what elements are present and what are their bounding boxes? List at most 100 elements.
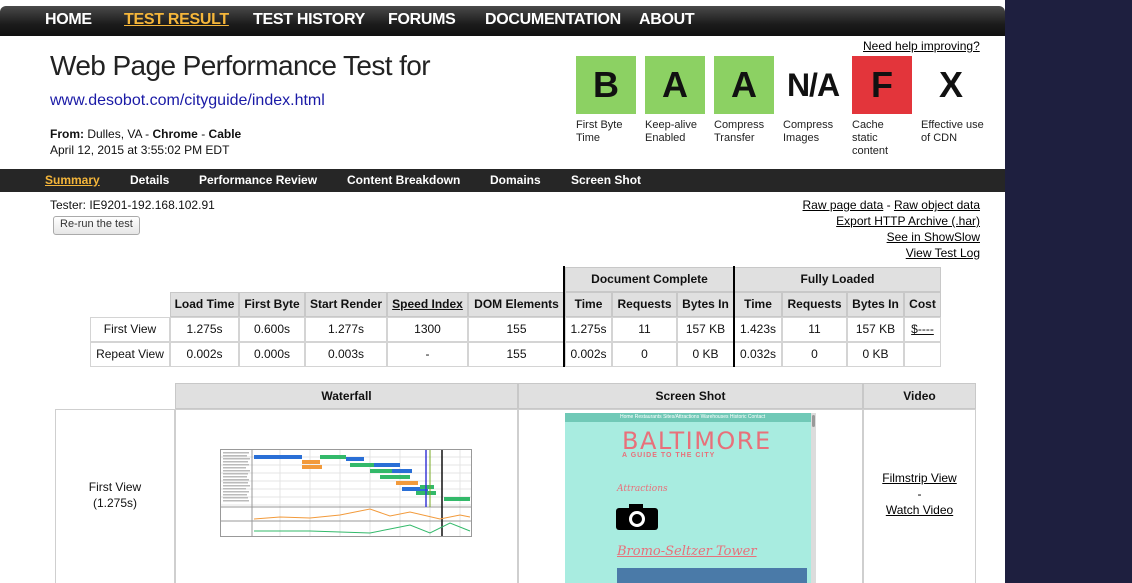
raw-links-separator: -	[886, 198, 891, 212]
tested-url-link[interactable]: www.desobot.com/cityguide/index.html	[50, 92, 325, 110]
grade-label-compress-transfer: Compress Transfer	[714, 119, 765, 144]
from-location: Dulles, VA -	[87, 127, 150, 141]
tab-summary[interactable]: Summary	[45, 173, 100, 187]
table-cell: 0.003s	[305, 342, 387, 367]
raw-page-data-link[interactable]: Raw page data	[803, 198, 884, 212]
screenshot-thumbnail[interactable]: Home Restaurants Sites/Attractions Wareh…	[565, 413, 816, 583]
table-cell: 1.275s	[565, 317, 612, 342]
media-row-label: First View	[88, 480, 142, 494]
col-speed-index-link[interactable]: Speed Index	[387, 292, 468, 317]
thumb-tagline: A GUIDE TO THE CITY	[622, 452, 716, 459]
table-cell: 1.423s	[734, 317, 782, 342]
grade-label-cache-static: Cache static content	[852, 119, 889, 157]
top-nav: HOME TEST RESULT TEST HISTORY FORUMS DOC…	[0, 6, 1005, 36]
tab-performance-review[interactable]: Performance Review	[199, 173, 317, 187]
col-doc-bytes: Bytes In	[677, 292, 734, 317]
col-doc-time: Time	[565, 292, 612, 317]
nav-documentation[interactable]: DOCUMENTATION	[485, 11, 621, 29]
tab-details[interactable]: Details	[130, 173, 169, 187]
col-doc-requests: Requests	[612, 292, 677, 317]
col-start-render: Start Render	[305, 292, 387, 317]
header-screen-shot: Screen Shot	[518, 383, 863, 409]
header-waterfall: Waterfall	[175, 383, 518, 409]
tab-content-breakdown[interactable]: Content Breakdown	[347, 173, 460, 187]
col-full-bytes: Bytes In	[847, 292, 904, 317]
thumb-scroll-thumb	[812, 415, 815, 427]
tab-screen-shot[interactable]: Screen Shot	[571, 173, 641, 187]
grade-first-byte[interactable]: B	[576, 56, 636, 114]
col-load-time: Load Time	[170, 292, 239, 317]
col-full-time: Time	[734, 292, 782, 317]
header-fully-loaded: Fully Loaded	[734, 267, 941, 292]
raw-object-data-link[interactable]: Raw object data	[894, 198, 980, 212]
nav-test-result[interactable]: TEST RESULT	[124, 11, 229, 29]
table-cell: 155	[468, 342, 565, 367]
table-cell: 0 KB	[677, 342, 734, 367]
table-cell: 0.002s	[170, 342, 239, 367]
cost-link[interactable]: $----	[904, 317, 941, 342]
table-cell: 0.000s	[239, 342, 305, 367]
export-har-link[interactable]: Export HTTP Archive (.har)	[836, 214, 980, 228]
header-video: Video	[863, 383, 976, 409]
table-cell: 157 KB	[677, 317, 734, 342]
grade-compress-images[interactable]: N/A	[783, 56, 843, 114]
grade-cdn[interactable]: X	[921, 56, 981, 114]
test-date: April 12, 2015 at 3:55:02 PM EDT	[50, 143, 230, 157]
raw-data-links: Raw page data - Raw object data	[803, 198, 980, 212]
camera-icon	[616, 504, 658, 530]
grade-label-cdn: Effective use of CDN	[921, 119, 984, 144]
thumb-section-heading: Attractions	[617, 484, 668, 494]
col-first-byte: First Byte	[239, 292, 305, 317]
thumb-photo	[617, 568, 807, 583]
showslow-link[interactable]: See in ShowSlow	[887, 230, 980, 244]
rerun-test-button[interactable]: Re-run the test	[53, 216, 140, 235]
watch-video-link[interactable]: Watch Video	[863, 503, 976, 517]
grade-cache-static[interactable]: F	[852, 56, 912, 114]
browser-name: Chrome	[152, 127, 198, 141]
nav-test-history[interactable]: TEST HISTORY	[253, 11, 365, 29]
media-row-time: (1.275s)	[92, 496, 138, 510]
table-cell: 0.002s	[565, 342, 612, 367]
page-title: Web Page Performance Test for	[50, 50, 431, 81]
page: HOME TEST RESULT TEST HISTORY FORUMS DOC…	[0, 0, 1005, 583]
thumb-scrollbar	[811, 413, 816, 583]
table-cell: 0.032s	[734, 342, 782, 367]
filmstrip-view-link[interactable]: Filmstrip View	[863, 471, 976, 485]
thumb-city-title: BALTIMORE	[622, 427, 772, 455]
group-divider	[733, 266, 735, 367]
table-cell: 0	[782, 342, 847, 367]
table-cell: 0	[612, 342, 677, 367]
tab-domains[interactable]: Domains	[490, 173, 541, 187]
table-cell: 11	[612, 317, 677, 342]
grade-label-compress-images: Compress Images	[783, 119, 834, 144]
tester-info: Tester: IE9201-192.168.102.91	[50, 198, 215, 212]
grade-label-keep-alive: Keep-alive Enabled	[645, 119, 697, 144]
row-label-first-view: First View	[90, 317, 170, 342]
table-cell: 1300	[387, 317, 468, 342]
table-cell: 0.600s	[239, 317, 305, 342]
table-cell: 1.275s	[170, 317, 239, 342]
col-dom-elements: DOM Elements	[468, 292, 565, 317]
col-cost: Cost	[904, 292, 941, 317]
group-divider	[563, 266, 565, 367]
table-cell: 155	[468, 317, 565, 342]
table-cell: -	[387, 342, 468, 367]
view-test-log-link[interactable]: View Test Log	[906, 246, 980, 260]
table-cell: 11	[782, 317, 847, 342]
sub-nav: Summary Details Performance Review Conte…	[0, 169, 1005, 192]
nav-about[interactable]: ABOUT	[639, 11, 695, 29]
header-document-complete: Document Complete	[565, 267, 734, 292]
grade-label-first-byte: First Byte Time	[576, 119, 623, 144]
connection-type: Cable	[208, 127, 242, 141]
col-full-requests: Requests	[782, 292, 847, 317]
nav-home[interactable]: HOME	[45, 11, 92, 29]
thumb-place-heading: Bromo-Seltzer Tower	[617, 544, 757, 559]
nav-forums[interactable]: FORUMS	[388, 11, 456, 29]
from-separator: -	[201, 127, 206, 141]
help-improving-link[interactable]: Need help improving?	[863, 39, 980, 53]
grade-compress-transfer[interactable]: A	[714, 56, 774, 114]
table-cell: 0 KB	[847, 342, 904, 367]
grade-keep-alive[interactable]: A	[645, 56, 705, 114]
test-location: From: Dulles, VA - Chrome - Cable	[50, 127, 241, 141]
waterfall-thumbnail[interactable]	[220, 449, 472, 537]
